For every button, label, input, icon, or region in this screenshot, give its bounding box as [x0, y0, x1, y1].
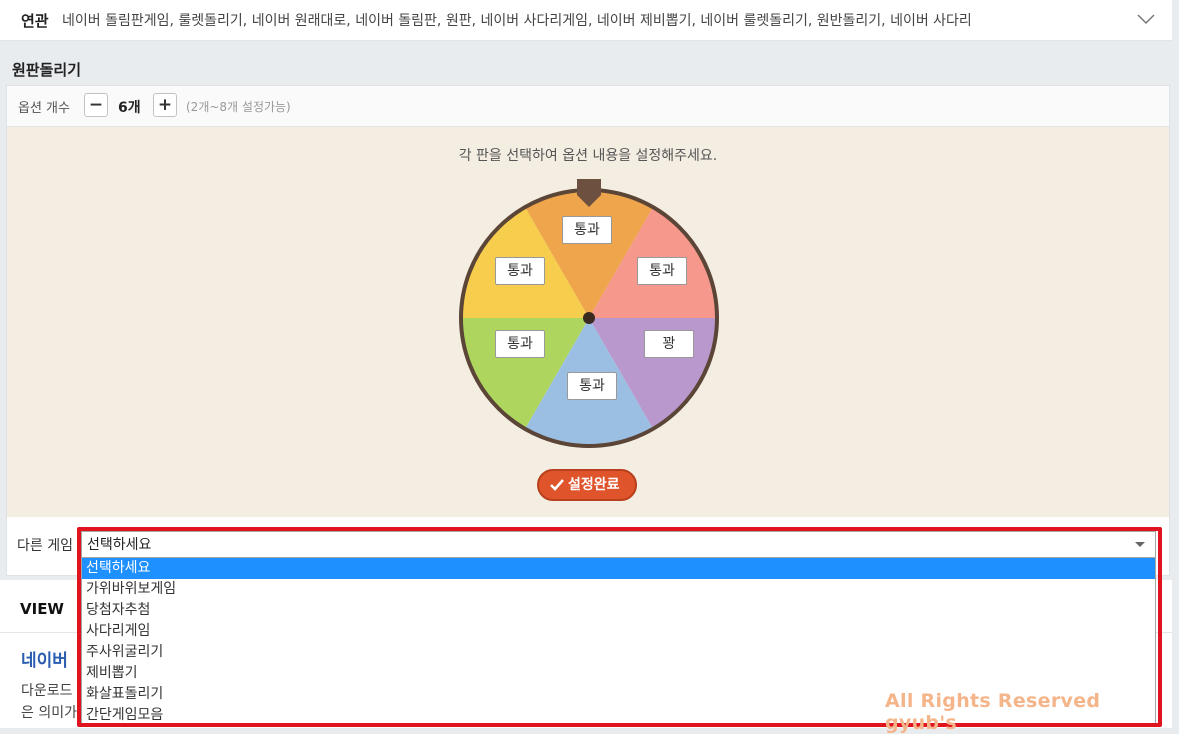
blog-title-link[interactable]: 네이버 [21, 646, 68, 671]
settings-done-button[interactable]: 설정완료 [537, 469, 637, 501]
option-count-value: 6개 [118, 100, 141, 116]
wheel-instruction: 각 판을 선택하여 옵션 내용을 설정해주세요. [458, 148, 718, 164]
related-label: 연관 [21, 12, 49, 30]
slice-label[interactable]: 꽝 [644, 330, 694, 358]
roulette-wheel: 통과 통과 꽝 통과 통과 통과 [455, 177, 723, 449]
chevron-down-icon[interactable] [1136, 12, 1156, 26]
slice-label[interactable]: 통과 [495, 257, 545, 285]
slice-label[interactable]: 통과 [495, 330, 545, 358]
wheel-game-panel: 옵션 개수 − 6개 + (2개~8개 설정가능) 각 판을 선택하여 옵션 내… [6, 85, 1170, 576]
option-range-hint: (2개~8개 설정가능) [186, 100, 291, 114]
check-icon [550, 479, 564, 491]
watermark: All Rights Reserved gyub's [885, 690, 1101, 734]
wheel-hub [583, 312, 595, 324]
option-count-bar: 옵션 개수 − 6개 + (2개~8개 설정가능) [7, 86, 1169, 127]
increase-button[interactable]: + [153, 93, 177, 117]
other-game-label: 다른 게임 [17, 538, 73, 554]
option-count-label: 옵션 개수 [18, 101, 70, 116]
related-keywords-bar: 연관 네이버 돌림판게임, 룰렛돌리기, 네이버 원래대로, 네이버 돌림판, … [0, 0, 1172, 41]
blog-snippet: 다운로드 [21, 683, 73, 699]
plus-icon: + [157, 95, 173, 115]
slice-label[interactable]: 통과 [567, 372, 617, 400]
slice-label[interactable]: 통과 [637, 257, 687, 285]
wheel-stage: 각 판을 선택하여 옵션 내용을 설정해주세요. 통과 통과 꽝 통과 통과 통… [7, 127, 1169, 517]
view-title: VIEW [20, 600, 64, 618]
slice-label[interactable]: 통과 [562, 216, 612, 244]
section-title: 원판돌리기 [12, 61, 82, 79]
decrease-button[interactable]: − [84, 93, 108, 117]
minus-icon: − [88, 95, 104, 115]
related-keywords[interactable]: 네이버 돌림판게임, 룰렛돌리기, 네이버 원래대로, 네이버 돌림판, 원판,… [62, 10, 972, 30]
blog-snippet: 은 의미가 [21, 705, 77, 721]
settings-done-label: 설정완료 [568, 477, 620, 493]
